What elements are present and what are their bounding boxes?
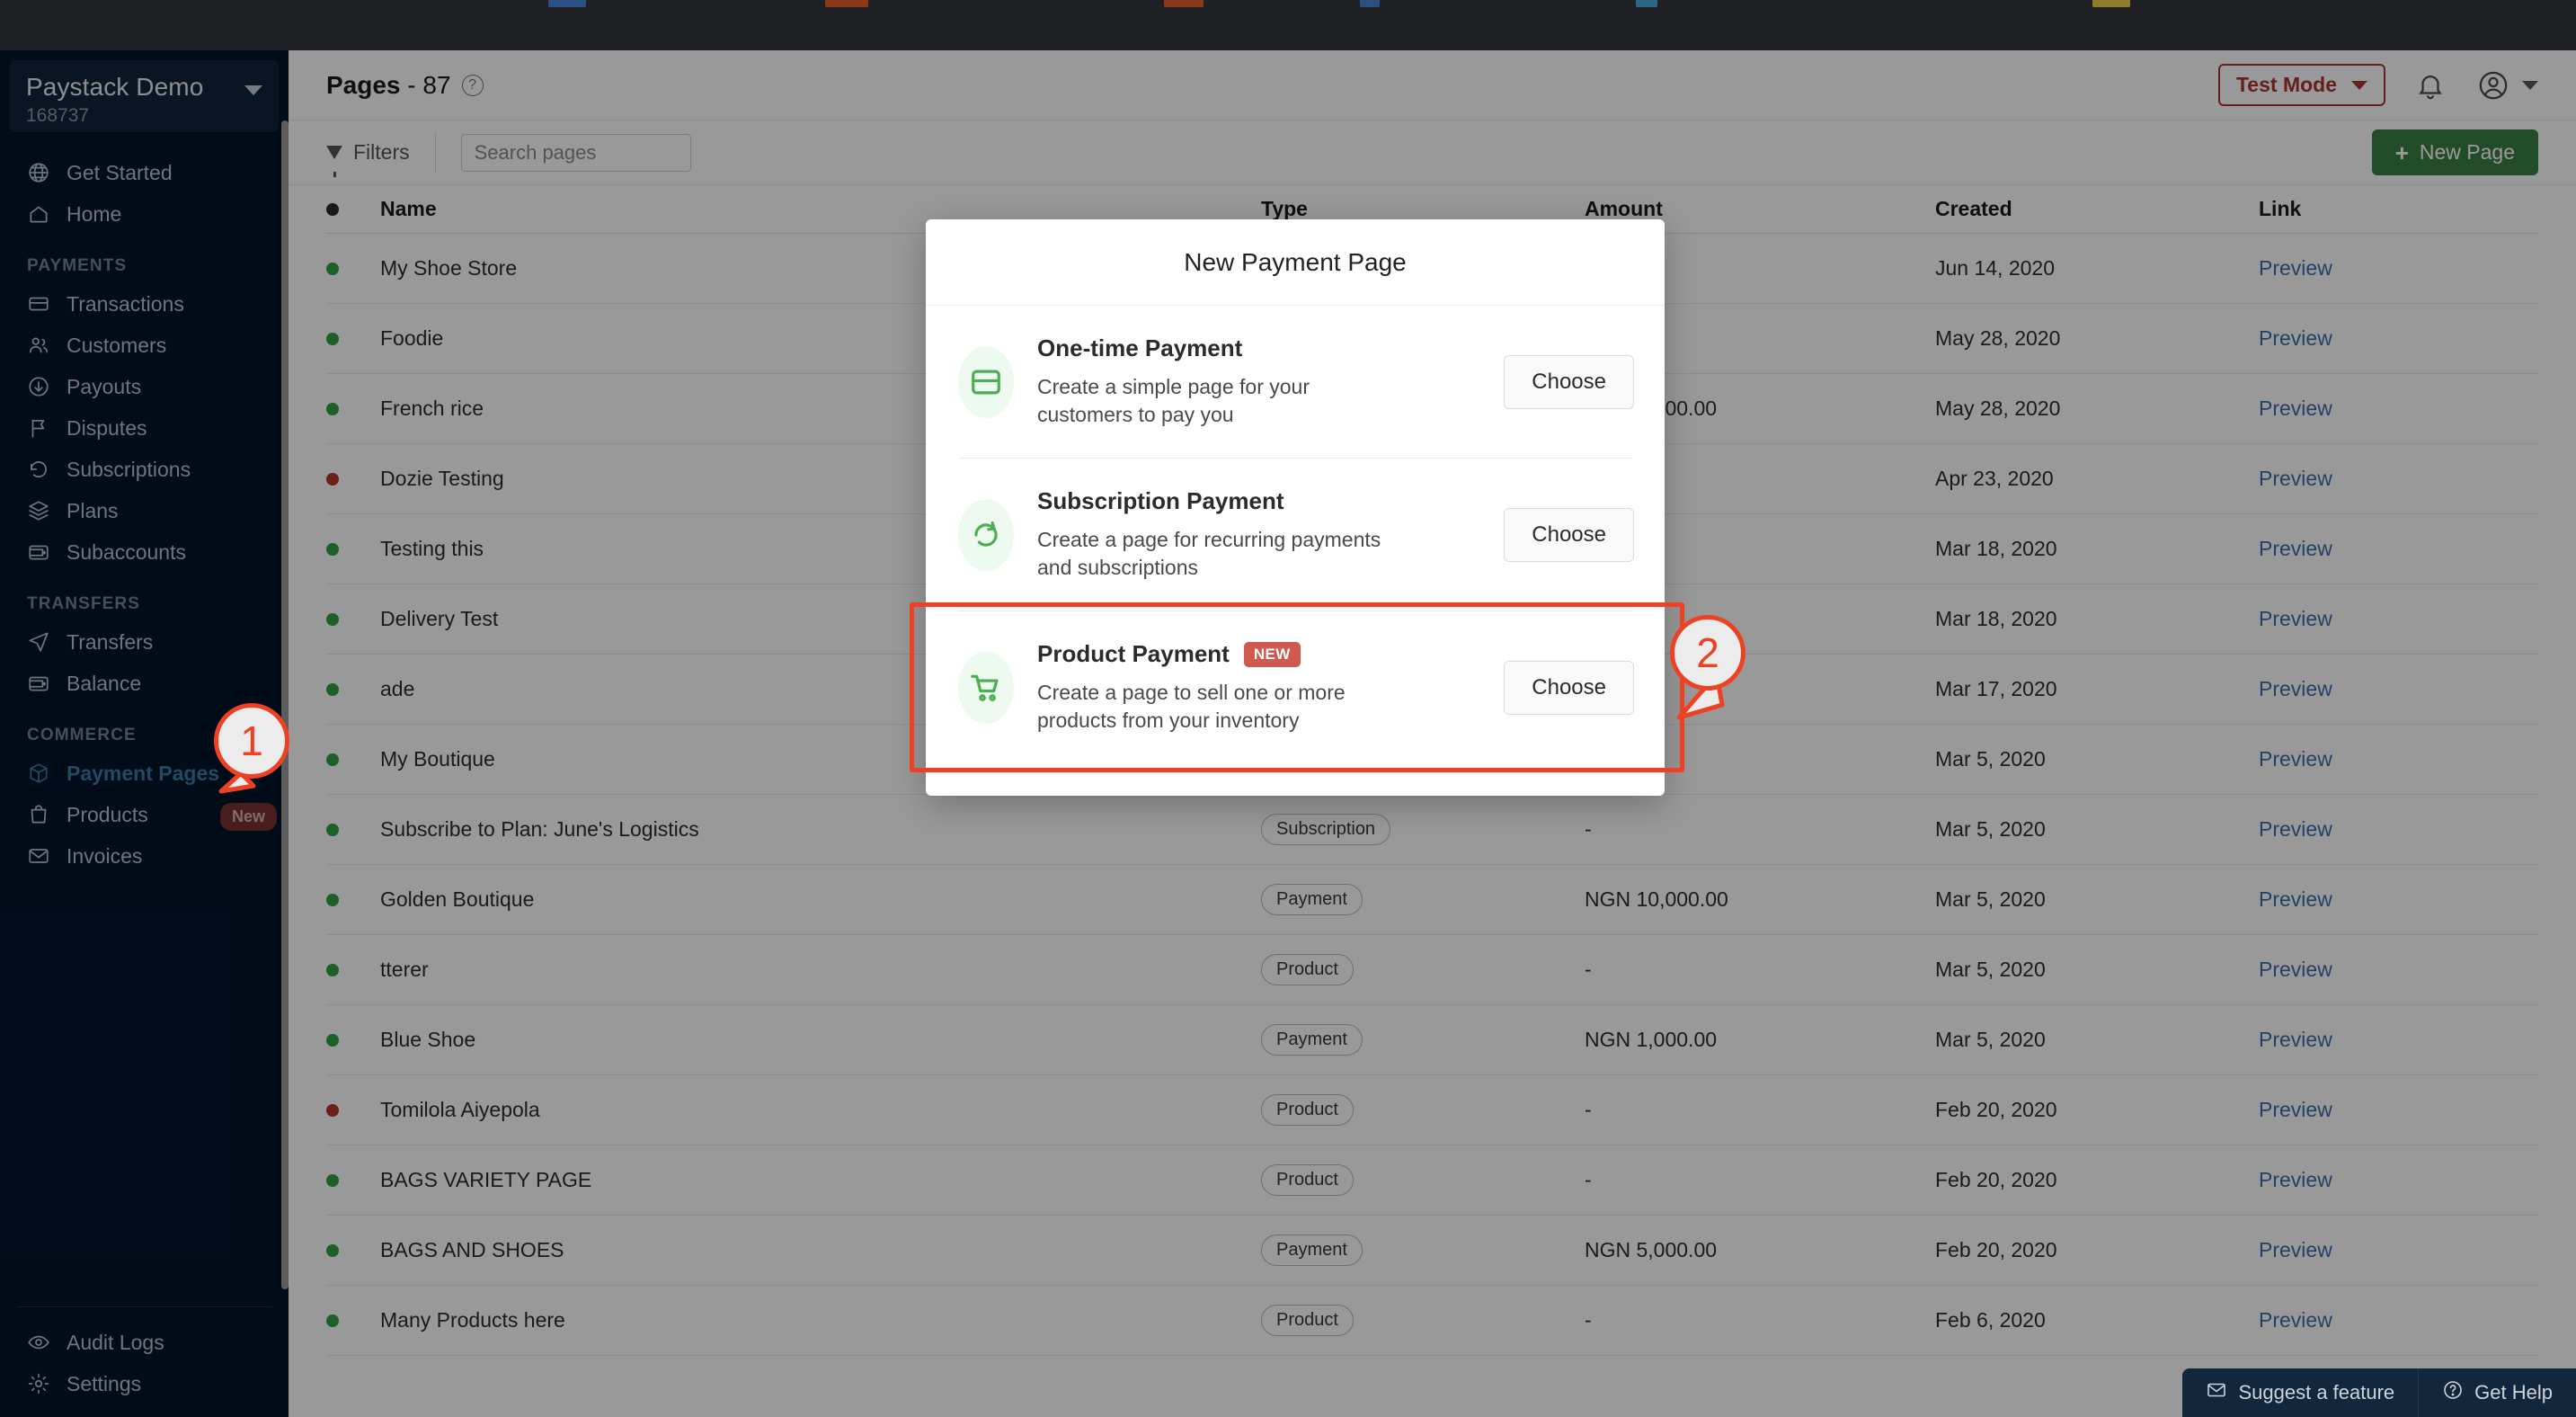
option-title: Product Payment NEW bbox=[1037, 640, 1480, 668]
card-outline-icon bbox=[958, 345, 1014, 418]
help-item-label: Get Help bbox=[2474, 1381, 2553, 1404]
payment-option-2[interactable]: Subscription Payment Create a page for re… bbox=[926, 459, 1665, 610]
option-title: Subscription Payment bbox=[1037, 487, 1284, 515]
choose-button[interactable]: Choose bbox=[1504, 354, 1634, 409]
help-item-get-help[interactable]: Get Help bbox=[2418, 1368, 2576, 1417]
callout-badge-1: 1 bbox=[214, 703, 289, 779]
option-text: Subscription Payment Create a page for re… bbox=[1037, 487, 1480, 582]
callout-number: 2 bbox=[1696, 629, 1719, 676]
payment-option-3[interactable]: Product Payment NEW Create a page to sell … bbox=[910, 602, 1684, 773]
option-title: One-time Payment bbox=[1037, 334, 1243, 361]
envelope-icon bbox=[2206, 1379, 2227, 1406]
payment-option-1[interactable]: One-time Payment Create a simple page for… bbox=[926, 306, 1665, 458]
help-item-label: Suggest a feature bbox=[2238, 1381, 2395, 1404]
refresh-circle-icon bbox=[958, 498, 1014, 571]
callout-badge-2: 2 bbox=[1670, 615, 1745, 691]
help-bar: Suggest a feature Get Help bbox=[2182, 1368, 2576, 1417]
callout-number: 1 bbox=[240, 717, 263, 764]
choose-button[interactable]: Choose bbox=[1504, 507, 1634, 562]
option-description: Create a page for recurring payments and… bbox=[1037, 528, 1381, 580]
option-text: One-time Payment Create a simple page for… bbox=[1037, 334, 1480, 429]
modal-body: One-time Payment Create a simple page for… bbox=[910, 306, 1684, 796]
modal-header: New Payment Page bbox=[926, 219, 1665, 306]
new-badge: NEW bbox=[1243, 641, 1301, 667]
modal-title: New Payment Page bbox=[1184, 247, 1407, 276]
option-description: Create a page to sell one or more produc… bbox=[1037, 681, 1346, 733]
help-item-suggest-a-feature[interactable]: Suggest a feature bbox=[2182, 1368, 2418, 1417]
shopping-cart-icon bbox=[958, 651, 1014, 724]
new-payment-page-modal: New Payment Page One-time Payment Create … bbox=[910, 219, 1684, 797]
question-circle-icon bbox=[2442, 1379, 2464, 1406]
option-text: Product Payment NEW Create a page to sell … bbox=[1037, 640, 1480, 735]
option-description: Create a simple page for your customers … bbox=[1037, 375, 1310, 427]
